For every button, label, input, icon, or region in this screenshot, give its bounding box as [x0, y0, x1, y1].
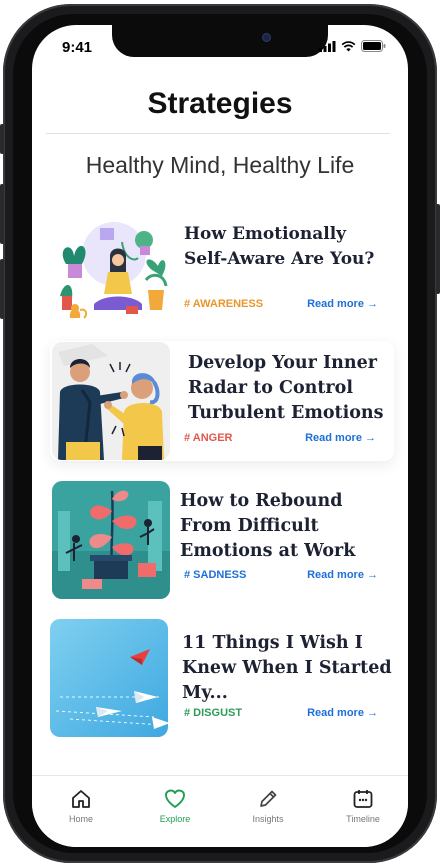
read-more-link[interactable]: Read more →: [307, 569, 378, 581]
tab-label-home: Home: [68, 814, 93, 824]
tab-insights[interactable]: Insights: [233, 788, 303, 824]
read-more-link[interactable]: Read more →: [307, 298, 378, 310]
header-divider: [46, 133, 390, 134]
read-more-link[interactable]: Read more →: [305, 432, 376, 444]
section-subtitle: Healthy Mind, Healthy Life: [85, 152, 355, 178]
tab-label-timeline: Timeline: [346, 814, 380, 824]
home-icon: [72, 790, 90, 808]
calendar-icon: [353, 790, 373, 808]
status-icons: [319, 40, 386, 52]
article-tag[interactable]: # ANGER: [184, 432, 233, 444]
tab-explore[interactable]: Explore: [140, 788, 210, 824]
power-button: [436, 204, 440, 294]
pencil-icon: [260, 790, 277, 807]
article-thumbnail-plant: [52, 481, 170, 599]
bottom-tab-bar: Home Explore Insights Timeline: [32, 775, 408, 847]
front-camera: [262, 33, 271, 42]
article-title[interactable]: 11 Things I Wish I Knew When I Started M…: [182, 631, 392, 706]
notch: [112, 25, 328, 57]
read-more-link[interactable]: Read more →: [307, 707, 378, 719]
tab-label-explore: Explore: [159, 814, 191, 824]
article-title[interactable]: Develop Your Inner Radar to Control Turb…: [188, 351, 394, 426]
tab-label-insights: Insights: [252, 814, 284, 824]
article-tag[interactable]: # DISGUST: [184, 707, 242, 719]
article-thumbnail-paper-planes: [50, 619, 168, 737]
article-card[interactable]: How Emotionally Self-Aware Are You? # AW…: [50, 210, 392, 328]
article-tag[interactable]: # SADNESS: [184, 569, 246, 581]
article-card[interactable]: How to Rebound From Difficult Emotions a…: [50, 481, 392, 599]
mute-switch: [0, 124, 4, 154]
wifi-icon: [341, 40, 356, 51]
volume-up-button: [0, 184, 4, 244]
signal-icon: [319, 40, 336, 52]
tab-home[interactable]: Home: [46, 788, 116, 824]
article-tag[interactable]: # AWARENESS: [184, 298, 263, 310]
tab-timeline[interactable]: Timeline: [328, 788, 398, 824]
page-title: Strategies: [147, 87, 293, 120]
article-title[interactable]: How Emotionally Self-Aware Are You?: [184, 222, 392, 272]
article-card[interactable]: 11 Things I Wish I Knew When I Started M…: [50, 619, 392, 737]
article-thumbnail-argument: [52, 342, 170, 460]
screen: 9:41 Strategies Healthy Mind, Healthy Li…: [32, 25, 408, 847]
article-title[interactable]: How to Rebound From Difficult Emotions a…: [180, 489, 392, 564]
article-thumbnail-meditation: [52, 210, 170, 328]
volume-down-button: [0, 259, 4, 319]
article-card[interactable]: Develop Your Inner Radar to Control Turb…: [50, 341, 394, 461]
battery-icon: [361, 40, 386, 52]
status-time: 9:41: [62, 39, 93, 56]
heart-icon: [165, 789, 185, 808]
